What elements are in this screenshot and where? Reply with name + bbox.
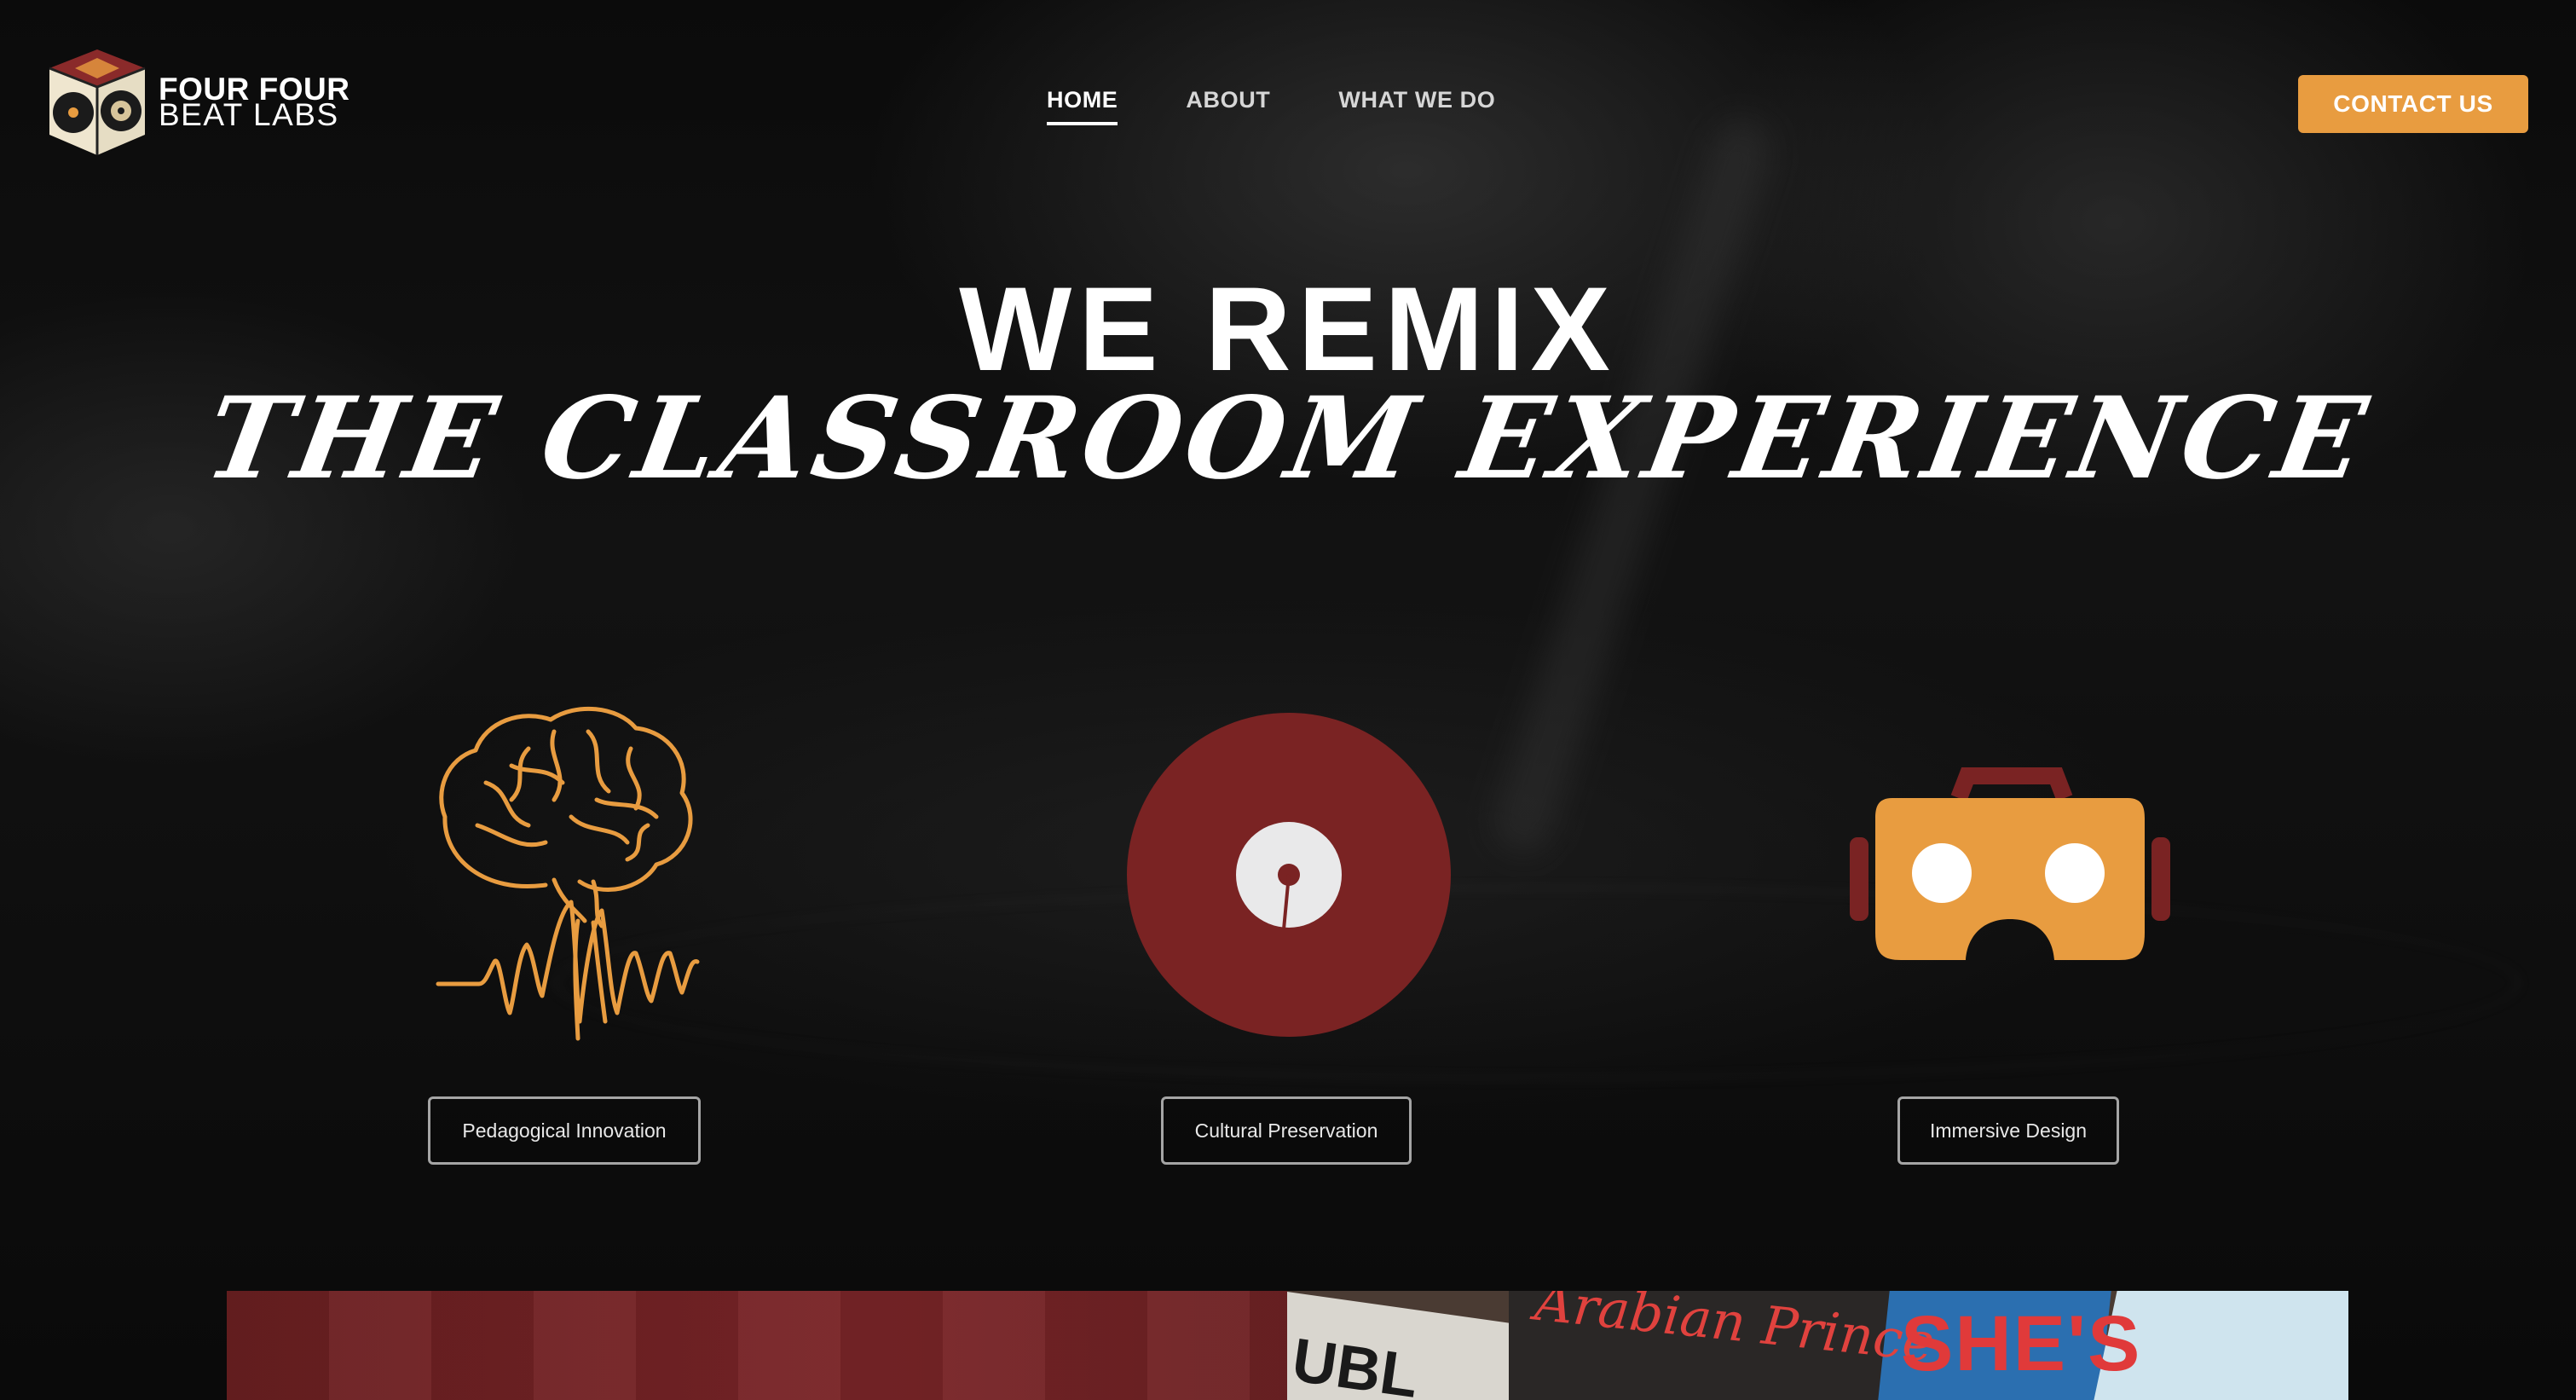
- preview-image-records: UBL Arabian Prince SHE'S: [1287, 1291, 2348, 1400]
- brain-waveform-icon: [436, 706, 700, 1041]
- nav-what-we-do[interactable]: WHAT WE DO: [1338, 87, 1495, 125]
- brand-logo[interactable]: FOUR FOUR BEAT LABS: [44, 46, 349, 159]
- brand-name-line2: BEAT LABS: [159, 97, 339, 132]
- contact-us-button[interactable]: CONTACT US: [2298, 75, 2528, 133]
- hero-subheadline: THE CLASSROOM EXPERIENCE: [196, 373, 2381, 505]
- vinyl-record-icon: [1127, 713, 1451, 1037]
- main-nav: HOME ABOUT WHAT WE DO: [1047, 87, 1495, 125]
- immersive-design-button[interactable]: Immersive Design: [1897, 1096, 2119, 1165]
- nav-home[interactable]: HOME: [1047, 87, 1118, 125]
- preview-image-left: [227, 1291, 1287, 1400]
- nav-about[interactable]: ABOUT: [1186, 87, 1270, 125]
- pedagogical-innovation-button[interactable]: Pedagogical Innovation: [428, 1096, 701, 1165]
- vr-headset-icon: [1850, 767, 2170, 960]
- hero-background: [0, 0, 2576, 1400]
- cultural-preservation-button[interactable]: Cultural Preservation: [1161, 1096, 1412, 1165]
- record-sleeve-text-2: SHE'S: [1901, 1300, 2142, 1387]
- hero-headline: WE REMIX: [959, 262, 1617, 396]
- logo-cube-icon: [49, 49, 146, 155]
